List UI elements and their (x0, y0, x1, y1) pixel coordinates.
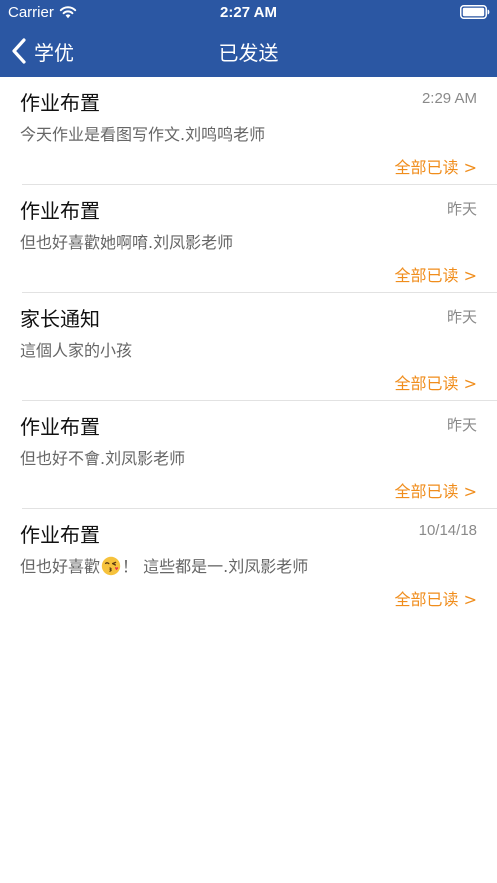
read-status-link[interactable]: 全部已读 > (395, 478, 478, 502)
message-title: 作业布置 (20, 523, 100, 547)
read-status-link[interactable]: 全部已读 > (395, 370, 478, 394)
status-bar: Carrier 2:27 AM (0, 0, 497, 26)
read-status-link[interactable]: 全部已读 > (395, 154, 478, 178)
navigation-bar: 学优 已发送 (0, 26, 497, 77)
message-title: 作业布置 (20, 199, 100, 223)
message-row[interactable]: 作业布置 昨天 但也好喜歡她啊唷.刘凤影老师 全部已读 > (0, 185, 497, 293)
battery-icon (460, 5, 490, 19)
message-row[interactable]: 作业布置 2:29 AM 今天作业是看图写作文.刘鸣鸣老师 全部已读 > (0, 77, 497, 185)
message-preview: 但也好喜歡她啊唷.刘凤影老师 (20, 233, 234, 252)
top-bar: Carrier 2:27 AM 学优 已发送 (0, 0, 497, 77)
message-title: 作业布置 (20, 91, 100, 115)
message-row[interactable]: 作业布置 昨天 但也好不會.刘凤影老师 全部已读 > (0, 401, 497, 509)
message-preview: 這個人家的小孩 (20, 341, 133, 360)
message-time: 昨天 (446, 309, 477, 326)
read-status-link[interactable]: 全部已读 > (395, 586, 478, 610)
page-title: 已发送 (218, 41, 279, 65)
message-preview: 但也好不會.刘凤影老师 (20, 449, 186, 468)
message-row[interactable]: 家长通知 昨天 這個人家的小孩 全部已读 > (0, 293, 497, 401)
message-preview-end: ！ 這些都是一.刘凤影老师 (122, 557, 309, 576)
read-status-link[interactable]: 全部已读 > (395, 262, 478, 286)
status-time: 2:27 AM (220, 4, 277, 21)
message-row[interactable]: 作业布置 10/14/18 但也好喜歡 ！ 這些都是一.刘凤影老师 全部已读 > (0, 509, 497, 617)
message-time: 昨天 (446, 201, 477, 218)
message-time: 昨天 (446, 417, 477, 434)
message-time: 2:29 AM (421, 90, 477, 107)
kissing-face-emoji-icon (101, 556, 121, 576)
message-title: 家长通知 (20, 307, 100, 331)
sent-message-list: 作业布置 2:29 AM 今天作业是看图写作文.刘鸣鸣老师 全部已读 > 作业布… (0, 77, 497, 617)
screen: Carrier 2:27 AM 学优 已发送 作业布置 2:29 AM 今天作业… (0, 0, 497, 883)
message-title: 作业布置 (20, 415, 100, 439)
message-preview: 但也好喜歡 ！ 這些都是一.刘凤影老师 (20, 553, 308, 577)
message-preview-start: 但也好喜歡 (20, 557, 101, 576)
message-time: 10/14/18 (418, 522, 477, 539)
message-preview: 今天作业是看图写作文.刘鸣鸣老师 (20, 125, 266, 144)
